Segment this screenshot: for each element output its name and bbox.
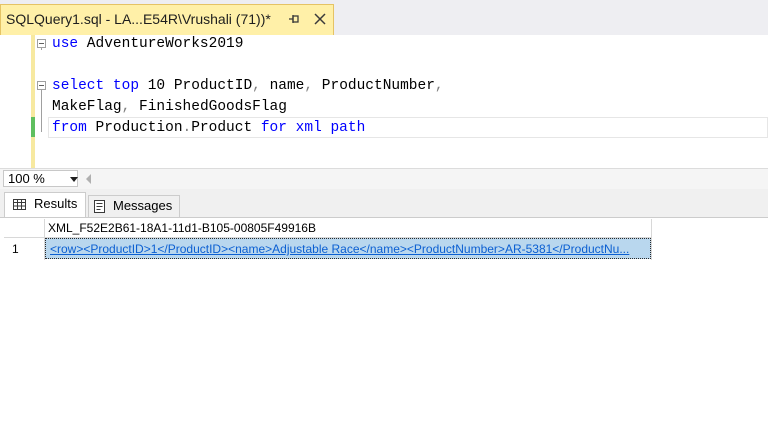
keyword: select xyxy=(52,78,105,94)
grid-icon xyxy=(13,199,26,210)
tab-messages[interactable]: Messages xyxy=(88,195,180,217)
code-text: ProductID xyxy=(173,78,253,94)
code-punct: , xyxy=(252,78,261,94)
keyword: top xyxy=(112,78,140,94)
code-line: MakeFlag, FinishedGoodsFlag xyxy=(52,99,287,115)
code-text: MakeFlag xyxy=(52,99,122,115)
query-editor[interactable]: use AdventureWorks2019 select top 10 Pro… xyxy=(0,35,768,171)
code-text: ProductNumber xyxy=(313,78,435,94)
code-text: FinishedGoodsFlag xyxy=(130,99,287,115)
fold-guide xyxy=(41,90,42,132)
tab-title: SQLQuery1.sql - LA...E54R\Vrushali (71))… xyxy=(6,11,271,27)
close-icon[interactable] xyxy=(313,12,327,26)
row-number[interactable]: 1 xyxy=(12,242,19,256)
code-line: select top 10 ProductID, name, ProductNu… xyxy=(52,78,444,94)
fold-guide xyxy=(41,48,42,50)
code-line: from Production.Product for xml path xyxy=(52,120,365,136)
pin-icon[interactable] xyxy=(287,12,301,26)
keyword: use xyxy=(52,36,79,52)
code-line: use AdventureWorks2019 xyxy=(52,36,243,52)
scroll-left-icon[interactable] xyxy=(86,174,91,184)
tab-messages-label: Messages xyxy=(113,198,173,213)
tab-results-label: Results xyxy=(34,196,78,211)
document-tab-bar: SQLQuery1.sql - LA...E54R\Vrushali (71))… xyxy=(0,0,768,35)
code-text: Production xyxy=(86,120,183,136)
collapse-toggle[interactable] xyxy=(37,39,46,48)
code-text: Product xyxy=(191,120,261,136)
keyword: xml xyxy=(295,120,322,136)
messages-icon xyxy=(94,200,105,213)
tab-sqlquery1[interactable]: SQLQuery1.sql - LA...E54R\Vrushali (71))… xyxy=(0,4,334,35)
code-punct: , xyxy=(434,78,444,94)
results-pane: Results Messages XML_F52E2B61-18A1-11d1-… xyxy=(0,189,768,446)
keyword: for xyxy=(260,120,287,136)
change-gutter xyxy=(31,35,35,171)
keyword: from xyxy=(52,120,87,136)
saved-change-marker xyxy=(31,117,35,137)
xml-result-link[interactable]: <row><ProductID>1</ProductID><name>Adjus… xyxy=(50,242,629,256)
chevron-down-icon xyxy=(70,177,78,182)
code-text: name xyxy=(269,78,305,94)
code-punct: . xyxy=(182,120,192,136)
code-text: AdventureWorks2019 xyxy=(78,36,244,52)
zoom-dropdown[interactable]: 100 % xyxy=(3,170,78,187)
column-header[interactable]: XML_F52E2B61-18A1-11d1-B105-00805F49916B xyxy=(48,221,316,235)
code-punct: , xyxy=(304,78,314,94)
grid-divider xyxy=(651,219,652,260)
results-tab-strip: Results Messages xyxy=(0,189,768,217)
tab-results[interactable]: Results xyxy=(4,192,86,217)
zoom-bar: 100 % xyxy=(0,168,768,189)
code-text: 10 xyxy=(139,78,174,94)
grid-header-row: XML_F52E2B61-18A1-11d1-B105-00805F49916B xyxy=(4,219,652,238)
zoom-value: 100 % xyxy=(8,171,45,186)
table-cell-selected[interactable]: <row><ProductID>1</ProductID><name>Adjus… xyxy=(45,238,651,259)
keyword: path xyxy=(330,120,366,136)
results-grid-area: XML_F52E2B61-18A1-11d1-B105-00805F49916B… xyxy=(0,217,768,446)
collapse-toggle[interactable] xyxy=(37,81,46,90)
